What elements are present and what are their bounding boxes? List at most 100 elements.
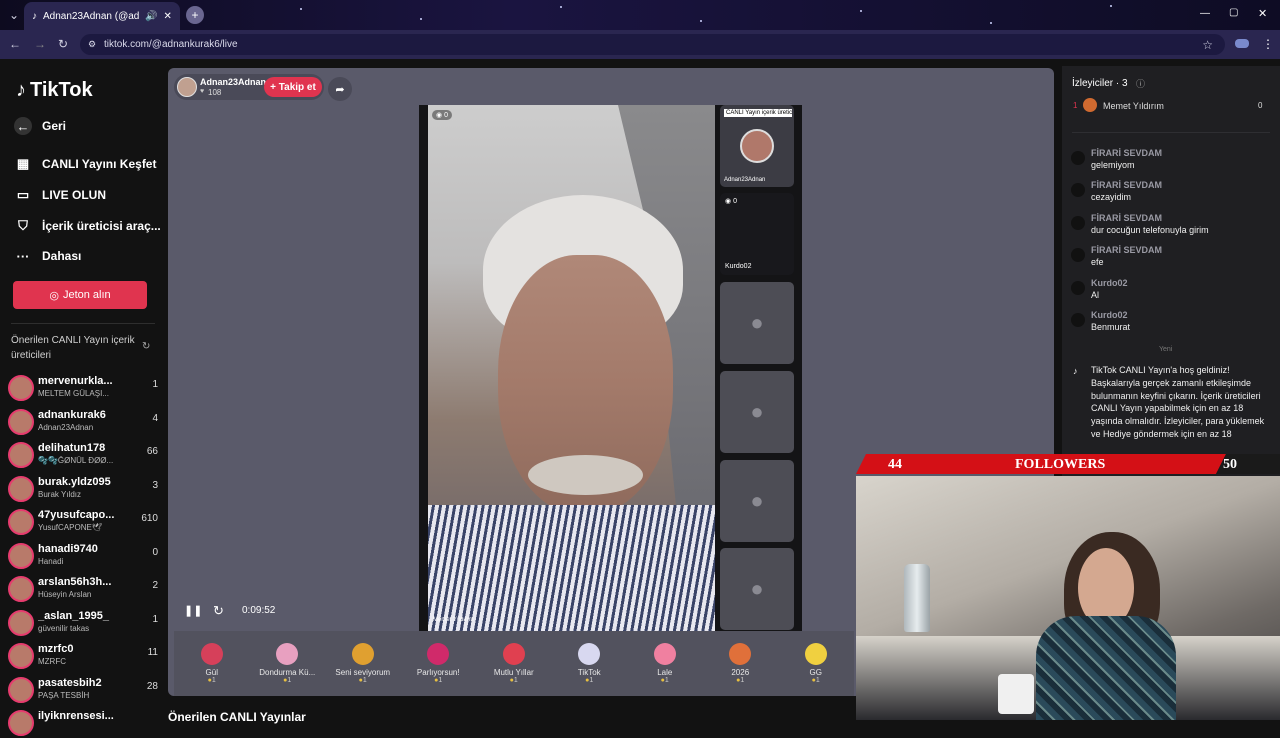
chat-text: cezayidim — [1091, 192, 1132, 203]
creator-name: 47yusufcapo... — [38, 509, 115, 521]
divider — [11, 323, 155, 324]
menu-dots-icon[interactable]: ⋮ — [1262, 37, 1274, 51]
creator-subtitle: PAŞA TESBİH — [38, 690, 90, 700]
speaker-icon[interactable]: 🔊 — [145, 11, 157, 22]
gift-icon — [200, 643, 223, 665]
gift-item[interactable]: Seni seviyorum ●1 — [325, 643, 401, 684]
main-video: ◉ 0 Memet Yıldırım — [428, 105, 715, 631]
sidebar-item-label: Geri — [42, 119, 67, 133]
get-coins-button[interactable]: ◎ Jeton alın — [13, 281, 147, 309]
chat-text: Benmurat — [1091, 322, 1131, 332]
sidebar-item-go-live[interactable]: ▭ LIVE OLUN — [14, 186, 106, 204]
guest-badge-count: 0 — [733, 198, 737, 205]
gift-item[interactable]: TikTok ●1 — [552, 643, 628, 684]
tiktok-note-icon: ♪ — [1073, 366, 1078, 376]
gift-item[interactable]: Dondurma Kü... ●1 — [250, 643, 326, 684]
webcam-overlay — [856, 476, 1280, 720]
pause-icon[interactable]: ❚❚ — [184, 604, 202, 617]
divider — [1072, 132, 1270, 133]
gift-icon — [427, 643, 450, 665]
avatar — [8, 375, 34, 401]
share-icon[interactable]: ➦ — [328, 77, 352, 101]
new-messages-label: Yeni — [1159, 346, 1173, 353]
guest-slot-host[interactable]: CANLI Yayın içerik üretic Adnan23Adnan — [720, 105, 794, 187]
creator-item[interactable]: adnankurak6 Adnan23Adnan 4 — [8, 407, 158, 437]
sidebar-item-creator-tools[interactable]: ⛉ İçerik üreticisi araç... — [14, 217, 161, 235]
gift-item[interactable]: Mutlu Yıllar ●1 — [476, 643, 552, 684]
chat-username: FİRARİ SEVDAM — [1091, 245, 1163, 256]
avatar — [1071, 151, 1085, 165]
gift-price: 1 — [740, 677, 745, 684]
maximize-icon[interactable]: ▢ — [1229, 7, 1238, 18]
creator-item[interactable]: arslan56h3h... Hüseyin Arslan 2 — [8, 574, 158, 604]
tab-close-icon[interactable]: ✕ — [163, 11, 171, 22]
chat-text: dur cocuğun telefonuyla girim — [1091, 224, 1209, 235]
empty-guest-slot[interactable]: ● — [720, 282, 794, 364]
gift-item[interactable]: Gül ●1 — [174, 643, 250, 684]
creator-item[interactable]: mzrfc0 MZRFC 11 — [8, 641, 158, 671]
extension-icon[interactable] — [1235, 39, 1249, 48]
creator-item[interactable]: pasatesbih2 PAŞA TESBİH 28 — [8, 675, 158, 705]
tab-list-icon[interactable]: ⌄ — [9, 8, 19, 22]
gift-item[interactable]: Parlıyorsun! ●1 — [401, 643, 477, 684]
sidebar-item-more[interactable]: ··· Dahası — [14, 247, 82, 265]
refresh-icon[interactable]: ↻ — [142, 341, 150, 352]
guest-slot-2[interactable]: ◉ 0 Kurdo02 — [720, 193, 794, 275]
new-tab-button[interactable]: + — [186, 6, 204, 24]
creator-viewer-count: 2 — [152, 580, 158, 591]
info-icon[interactable]: ⓘ — [1136, 77, 1145, 90]
gift-name: Mutlu Yıllar — [493, 668, 534, 677]
reload-icon[interactable]: ↻ — [58, 37, 68, 51]
browser-tab[interactable]: ♪ Adnan23Adnan (@adnankurak6) 🔊 ✕ — [24, 2, 180, 30]
url-field[interactable]: ⚙ tiktok.com/@adnankurak6/live ☆ — [80, 34, 1225, 55]
gift-name: Lale — [657, 668, 673, 677]
gift-name: TikTok — [577, 668, 601, 677]
minimize-icon[interactable]: — — [1200, 8, 1210, 19]
empty-guest-slot[interactable]: ● — [720, 460, 794, 542]
avatar — [8, 475, 34, 502]
creator-subtitle: Adnan23Adnan — [38, 422, 94, 432]
creator-viewer-count: 4 — [152, 412, 158, 424]
creator-item[interactable]: delihatun178 🫧🫧ĞØNÜL ĐØØ... 66 — [8, 440, 158, 470]
followers-overlay: 44 FOLLOWERS 50 — [856, 454, 1280, 476]
creator-name: mzrfc0 — [38, 643, 74, 655]
creator-subtitle: Hanadi — [38, 556, 64, 566]
overlay-label: FOLLOWERS — [1015, 457, 1106, 472]
site-info-icon[interactable]: ⚙ — [88, 39, 96, 50]
gift-item[interactable]: Lale ●1 — [627, 643, 703, 684]
avatar — [8, 442, 34, 468]
forward-nav-icon[interactable]: → — [34, 37, 46, 51]
gift-item[interactable]: GG ●1 — [778, 643, 854, 684]
creator-name: ilyiknrensesi... — [38, 710, 114, 722]
creator-item[interactable]: ilyiknrensesi... — [8, 708, 158, 738]
creator-item[interactable]: mervenurkla... MELTEM GÜLAŞI... 1 — [8, 373, 158, 403]
heart-icon: ♥ — [200, 88, 205, 95]
creator-item[interactable]: _aslan_1995_ güvenilir takas 1 — [8, 608, 158, 638]
video-area[interactable]: ◉ 0 Memet Yıldırım CANLI Yayın içerik ür… — [419, 105, 802, 631]
close-window-icon[interactable]: ✕ — [1258, 7, 1267, 20]
sidebar-item-back[interactable]: ← Geri — [14, 117, 66, 135]
creator-item[interactable]: burak.yldz095 Burak Yıldız 3 — [8, 474, 158, 504]
gift-price: 1 — [815, 677, 820, 684]
creator-name: mervenurkla... — [38, 375, 113, 387]
chat-username: FİRARİ SEVDAM — [1091, 180, 1163, 191]
creator-viewer-count: 1 — [152, 613, 158, 625]
empty-guest-slot[interactable]: ● — [720, 371, 794, 453]
bookmark-star-icon[interactable]: ☆ — [1202, 38, 1213, 52]
gift-item[interactable]: 2026 ●1 — [703, 643, 779, 684]
user-placeholder-icon: ● — [750, 488, 764, 513]
gift-icon — [351, 643, 374, 665]
replay-icon[interactable]: ↻ — [213, 603, 224, 619]
creator-subtitle: güvenilir takas — [38, 623, 90, 633]
camera-icon: ▭ — [16, 187, 30, 202]
follow-button[interactable]: + Takip et — [264, 77, 322, 97]
empty-guest-slot[interactable]: ● — [720, 548, 794, 630]
sidebar-item-explore-live[interactable]: ▦ CANLI Yayını Keşfet — [14, 155, 157, 173]
creator-subtitle: MELTEM GÜLAŞI... — [38, 389, 109, 398]
gift-price: 1 — [513, 677, 518, 684]
creator-item[interactable]: hanadi9740 Hanadi 0 — [8, 541, 158, 571]
creator-item[interactable]: 47yusufcapo... YusufCAPONE🕊 610 — [8, 507, 158, 537]
tiktok-logo[interactable]: ♪ TikTok — [16, 79, 93, 102]
back-nav-icon[interactable]: ← — [9, 37, 21, 51]
creator-name: pasatesbih2 — [38, 676, 102, 689]
